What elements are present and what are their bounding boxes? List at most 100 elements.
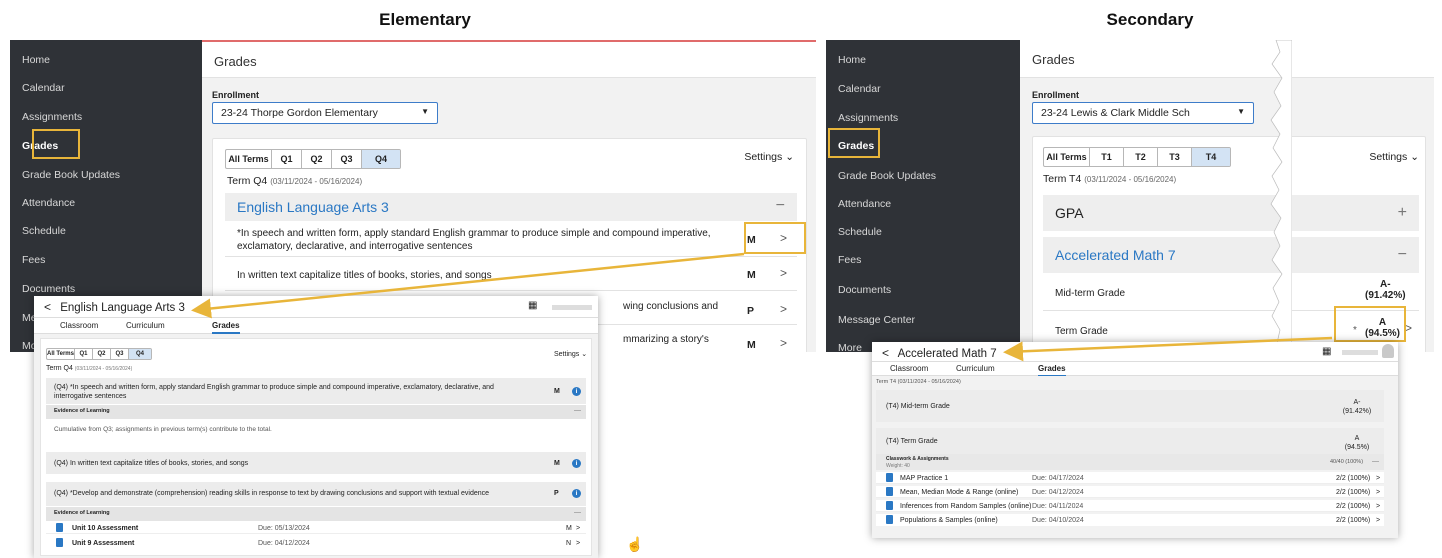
midterm-label: Mid-term Grade — [1055, 288, 1126, 299]
standard-row[interactable]: In written text capitalize titles of boo… — [225, 259, 797, 291]
tab-classroom[interactable]: Classroom — [890, 364, 928, 373]
plus-icon[interactable]: + — [1398, 204, 1407, 222]
gpa-header[interactable]: GPA + — [1043, 195, 1419, 231]
tab-q3[interactable]: Q3 — [332, 150, 362, 168]
nav-home[interactable]: Home — [10, 46, 202, 74]
enrollment-value: 23-24 Lewis & Clark Middle Sch — [1041, 107, 1190, 119]
nav-home[interactable]: Home — [826, 46, 1020, 74]
midterm-grade: A- (91.42%) — [1342, 398, 1372, 416]
minus-icon[interactable]: − — [1398, 246, 1407, 264]
nav-message-center[interactable]: Message Center — [826, 306, 1020, 334]
secondary-screen: Home Calendar Assignments Grades Grade B… — [826, 40, 1434, 352]
standard-title: (Q4) *Develop and demonstrate (comprehen… — [54, 490, 490, 497]
popup-term-tabs: All Terms Q1 Q2 Q3 Q4 — [46, 348, 152, 360]
tab-curriculum[interactable]: Curriculum — [126, 321, 165, 330]
term-grade-block[interactable] — [876, 428, 1384, 454]
tab-q2[interactable]: Q2 — [93, 349, 111, 359]
minus-icon[interactable]: — — [1372, 457, 1379, 466]
nav-schedule[interactable]: Schedule — [10, 217, 202, 245]
chevron-right-icon: > — [576, 540, 581, 547]
info-icon[interactable]: i — [572, 489, 581, 498]
info-icon[interactable]: i — [572, 459, 581, 468]
nav-fees[interactable]: Fees — [10, 246, 202, 274]
info-icon[interactable]: i — [572, 387, 581, 396]
assignment-row[interactable]: Unit 9 Assessment Due: 04/12/2024 N > — [46, 537, 586, 549]
term-dates: (03/11/2024 - 05/16/2024) — [897, 379, 961, 385]
settings-button[interactable]: Settings ⌄ — [1369, 151, 1419, 163]
sidebar: Home Calendar Assignments Grades Grade B… — [826, 40, 1020, 352]
assignment-name: Unit 9 Assessment — [72, 540, 135, 547]
tab-q4[interactable]: Q4 — [362, 150, 400, 168]
course-title: Accelerated Math 7 — [1055, 247, 1176, 263]
popup-body: Term T4 (03/11/2024 - 05/16/2024) (T4) M… — [872, 376, 1398, 538]
settings-button[interactable]: Settings ⌄ — [744, 151, 794, 163]
tab-t4[interactable]: T4 — [1192, 148, 1230, 166]
tab-all-terms[interactable]: All Terms — [1044, 148, 1090, 166]
user-avatar-icon[interactable] — [1382, 344, 1394, 358]
back-arrow-icon[interactable]: < — [44, 300, 51, 314]
popup-tabs: Classroom Curriculum Grades — [872, 362, 1398, 377]
tab-q2[interactable]: Q2 — [302, 150, 332, 168]
tab-q4[interactable]: Q4 — [129, 349, 151, 359]
tab-t3[interactable]: T3 — [1158, 148, 1192, 166]
midterm-block[interactable] — [876, 390, 1384, 422]
tab-t1[interactable]: T1 — [1090, 148, 1124, 166]
nav-fees[interactable]: Fees — [826, 246, 1020, 274]
minus-icon[interactable]: — — [574, 406, 581, 415]
standard-grade: M — [554, 388, 560, 395]
assignment-row[interactable]: Unit 10 Assessment Due: 05/13/2024 M > — [46, 522, 586, 534]
calendar-icon[interactable]: ▦ — [1322, 346, 1331, 357]
tab-grades[interactable]: Grades — [212, 321, 240, 334]
cumulative-note: Cumulative from Q3; assignments in previ… — [54, 426, 272, 433]
user-name-blurred — [1342, 350, 1378, 355]
gpa-label: GPA — [1055, 205, 1084, 221]
tab-q3[interactable]: Q3 — [111, 349, 129, 359]
midterm-percent: (91.42%) — [1365, 290, 1406, 301]
nav-attendance[interactable]: Attendance — [826, 190, 1020, 218]
assignment-row[interactable]: Mean, Median Mode & Range (online) Due: … — [876, 486, 1384, 498]
standard-text: mmarizing a story's — [623, 334, 709, 345]
assignment-row[interactable]: Inferences from Random Samples (online) … — [876, 500, 1384, 512]
evidence-header — [46, 405, 586, 419]
course-header[interactable]: Accelerated Math 7 − — [1043, 237, 1419, 273]
evidence-label: Evidence of Learning — [54, 510, 110, 516]
midterm-letter: A- — [1380, 279, 1391, 290]
assignment-row[interactable]: MAP Practice 1 Due: 04/17/2024 2/2 (100%… — [876, 472, 1384, 484]
secondary-heading: Secondary — [1106, 10, 1194, 29]
term-grade-label: Term Grade — [1055, 326, 1108, 337]
nav-grade-book-updates[interactable]: Grade Book Updates — [10, 161, 202, 189]
assignment-row[interactable]: Populations & Samples (online) Due: 04/1… — [876, 514, 1384, 526]
course-header[interactable]: English Language Arts 3 − — [225, 193, 797, 221]
assignment-grade: M — [566, 525, 572, 532]
tab-q1[interactable]: Q1 — [75, 349, 93, 359]
nav-schedule[interactable]: Schedule — [826, 218, 1020, 246]
calendar-icon[interactable]: ▦ — [528, 300, 537, 311]
dropdown-caret-icon: ▼ — [421, 107, 429, 116]
back-arrow-icon[interactable]: < — [882, 346, 889, 360]
nav-grade-book-updates[interactable]: Grade Book Updates — [826, 162, 1020, 190]
enrollment-select[interactable]: 23-24 Thorpe Gordon Elementary ▼ — [212, 102, 438, 124]
term-label: Term T4 (03/11/2024 - 05/16/2024) — [1043, 173, 1176, 185]
tab-all-terms[interactable]: All Terms — [226, 150, 272, 168]
term-percent: (94.5%) — [1344, 444, 1370, 451]
tab-all-terms[interactable]: All Terms — [47, 349, 75, 359]
standard-grade: M — [747, 269, 756, 281]
nav-calendar[interactable]: Calendar — [826, 75, 1020, 103]
assignment-score: 2/2 (100%) — [1336, 489, 1371, 496]
minus-icon[interactable]: — — [574, 508, 581, 517]
popup-settings[interactable]: Settings ⌄ — [554, 350, 587, 359]
minus-icon[interactable]: − — [776, 197, 785, 215]
nav-attendance[interactable]: Attendance — [10, 189, 202, 217]
standard-row[interactable]: *In speech and written form, apply stand… — [225, 223, 797, 257]
enrollment-select[interactable]: 23-24 Lewis & Clark Middle Sch ▼ — [1032, 102, 1254, 124]
nav-calendar[interactable]: Calendar — [10, 74, 202, 102]
nav-assignments[interactable]: Assignments — [10, 103, 202, 131]
tab-t2[interactable]: T2 — [1124, 148, 1158, 166]
category-header[interactable] — [876, 454, 1384, 470]
evidence-header — [46, 507, 586, 521]
popup-term-label: Term T4 (03/11/2024 - 05/16/2024) — [876, 378, 961, 387]
tab-curriculum[interactable]: Curriculum — [956, 364, 995, 373]
tab-classroom[interactable]: Classroom — [60, 321, 98, 330]
tab-q1[interactable]: Q1 — [272, 150, 302, 168]
nav-documents[interactable]: Documents — [826, 276, 1020, 304]
